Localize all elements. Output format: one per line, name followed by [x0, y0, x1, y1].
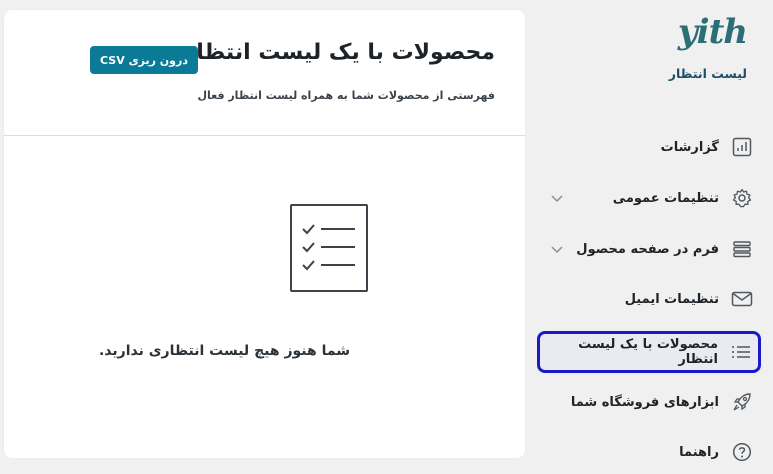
sidebar-item-waitlist-products[interactable]: محصولات با یک لیست انتظار — [537, 331, 761, 373]
yith-logo[interactable]: yith — [667, 12, 748, 52]
plugin-name: لیست انتظار — [668, 66, 747, 81]
sidebar-item-label: تنظیمات عمومی — [612, 190, 719, 206]
main-card: محصولات با یک لیست انتظار درون ریزی CSV … — [4, 10, 525, 458]
help-circle-icon — [731, 441, 753, 463]
chart-icon — [731, 136, 753, 158]
envelope-icon — [731, 288, 753, 310]
page-subtitle: فهرستی از محصولات شما به همراه لیست انتظ… — [197, 89, 495, 102]
empty-state-message: شما هنوز هیچ لیست انتظاری ندارید. — [98, 343, 350, 359]
sidebar-item-store-tools[interactable]: ابزارهای فروشگاه شما — [539, 382, 759, 422]
gear-icon — [731, 187, 753, 209]
logo-text: yith — [677, 12, 748, 52]
list-icon — [730, 341, 752, 363]
sidebar-item-label: ابزارهای فروشگاه شما — [570, 394, 719, 410]
chevron-down-icon[interactable] — [549, 241, 565, 257]
sidebar-item-label: فرم در صفحه محصول — [576, 241, 719, 257]
rocket-icon — [731, 391, 753, 413]
checklist-icon — [289, 203, 369, 303]
plugin-sidebar: yith لیست انتظار گزارشات تنظیمات عمومی ف… — [528, 0, 773, 474]
sidebar-item-product-form[interactable]: فرم در صفحه محصول — [539, 229, 759, 269]
page-title: محصولات با یک لیست انتظار — [183, 40, 495, 65]
form-rows-icon — [731, 238, 753, 260]
sidebar-item-email-settings[interactable]: تنظیمات ایمیل — [539, 279, 759, 319]
sidebar-item-label: راهنما — [679, 444, 719, 460]
sidebar-item-help[interactable]: راهنما — [539, 432, 759, 472]
sidebar-item-reports[interactable]: گزارشات — [539, 127, 759, 167]
sidebar-item-label: گزارشات — [660, 139, 719, 155]
sidebar-item-general-settings[interactable]: تنظیمات عمومی — [539, 178, 759, 218]
chevron-down-icon[interactable] — [549, 190, 565, 206]
csv-import-button[interactable]: درون ریزی CSV — [90, 46, 198, 74]
sidebar-item-label: محصولات با یک لیست انتظار — [578, 337, 718, 367]
card-header: محصولات با یک لیست انتظار درون ریزی CSV … — [4, 10, 525, 136]
sidebar-item-label: تنظیمات ایمیل — [624, 291, 719, 307]
